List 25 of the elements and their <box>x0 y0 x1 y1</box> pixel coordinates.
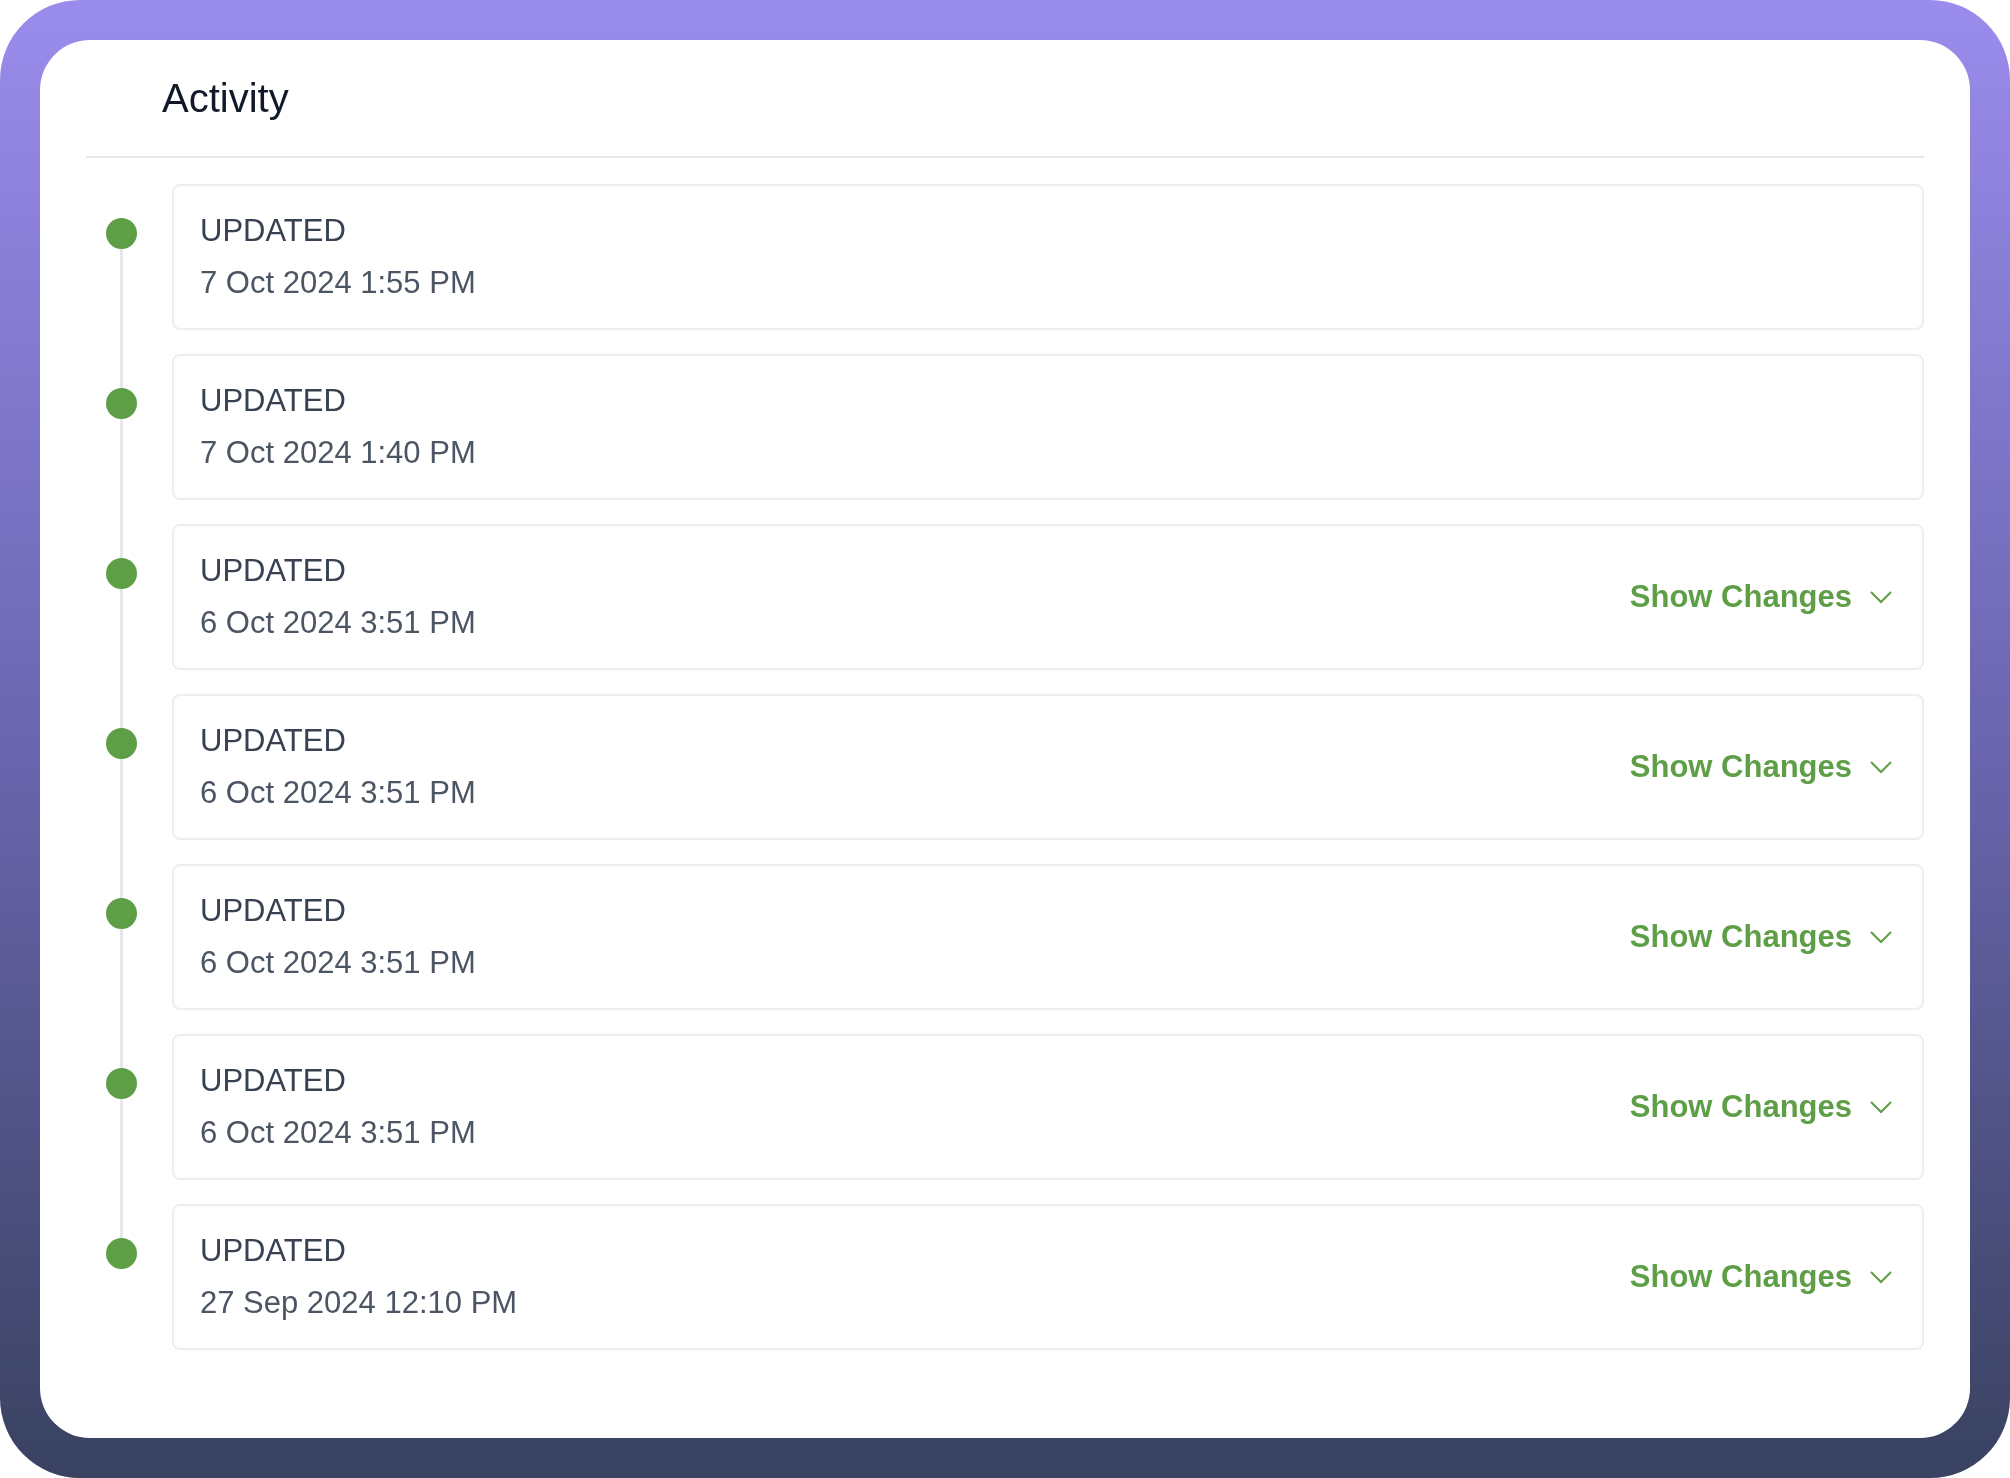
show-changes-button[interactable]: Show Changes <box>1629 743 1892 791</box>
event-status: UPDATED <box>200 1231 347 1270</box>
event-status: UPDATED <box>200 551 347 590</box>
chevron-down-icon <box>1870 1270 1892 1284</box>
event-status: UPDATED <box>200 211 347 250</box>
show-changes-button[interactable]: Show Changes <box>1629 913 1892 961</box>
show-changes-button[interactable]: Show Changes <box>1629 1253 1892 1301</box>
event-date: 6 Oct 2024 3:51 PM <box>200 604 476 642</box>
chevron-down-icon <box>1870 590 1892 604</box>
event-status: UPDATED <box>200 1061 347 1100</box>
chevron-down-icon <box>1870 1100 1892 1114</box>
event-date: 6 Oct 2024 3:51 PM <box>200 1114 476 1152</box>
event-date: 7 Oct 2024 1:55 PM <box>200 264 476 302</box>
event-status: UPDATED <box>200 381 347 420</box>
event-date: 27 Sep 2024 12:10 PM <box>200 1284 518 1322</box>
chevron-down-icon <box>1870 760 1892 774</box>
event-status: UPDATED <box>200 891 347 930</box>
show-changes-button[interactable]: Show Changes <box>1629 1083 1892 1131</box>
show-changes-button[interactable]: Show Changes <box>1629 573 1892 621</box>
event-date: 6 Oct 2024 3:51 PM <box>200 944 476 982</box>
panel-title: Activity <box>162 75 289 122</box>
event-status: UPDATED <box>200 721 347 760</box>
chevron-down-icon <box>1870 930 1892 944</box>
event-date: 6 Oct 2024 3:51 PM <box>200 774 476 812</box>
event-date: 7 Oct 2024 1:40 PM <box>200 434 476 472</box>
